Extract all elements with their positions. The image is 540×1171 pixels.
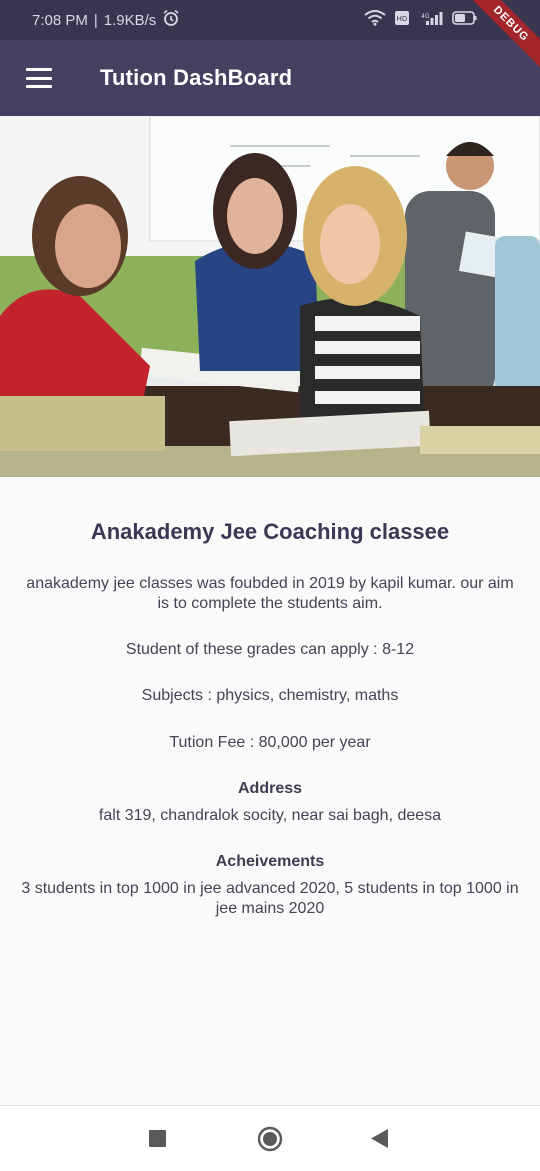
achievements-heading: Acheivements [215,853,325,870]
grades-text: Student of these grades can apply : 8-12 [125,641,415,658]
app-title: Tution DashBoard [100,65,293,90]
svg-text:HD: HD [397,15,408,23]
back-triangle-icon[interactable] [371,1129,389,1153]
debug-ribbon-container: DEBUG [440,0,540,100]
system-nav-bar [0,1105,540,1171]
status-network-speed: 1.9KB/s [103,11,157,29]
students-in-classroom-photo [0,116,540,477]
status-separator: | [93,11,98,29]
svg-text:4G: 4G [421,13,430,20]
subjects-text: Subjects : physics, chemistry, maths [141,687,399,704]
recents-square-icon[interactable] [149,1130,166,1152]
content-section: Anakademy Jee Coaching classee anakademy… [0,477,540,1105]
status-time: 7:08 PM [32,11,88,29]
fee-text: Tution Fee : 80,000 per year [169,734,371,751]
hamburger-menu-icon[interactable] [26,68,52,88]
address-heading: Address [237,780,303,797]
hero-image [0,116,540,477]
page-title: Anakademy Jee Coaching classee [90,519,450,544]
achievements-text: 3 students in top 1000 in jee advanced 2… [21,880,519,917]
status-left: 7:08 PM | 1.9KB/s [32,9,180,31]
wifi-icon [364,10,386,30]
description-text: anakademy jee classes was foubded in 201… [26,575,514,612]
address-text: falt 319, chandralok socity, near sai ba… [98,807,442,824]
volte-icon: HD [394,10,410,30]
debug-banner: DEBUG [457,0,540,78]
home-circle-icon[interactable] [257,1126,283,1157]
alarm-icon [162,9,180,31]
